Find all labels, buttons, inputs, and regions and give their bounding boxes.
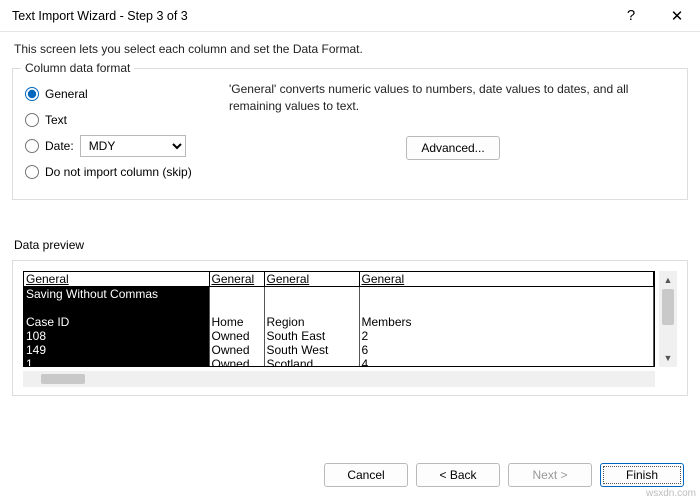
column-data-format-group: Column data format General Text Date: MD… [12, 68, 688, 200]
scroll-thumb[interactable] [662, 289, 674, 325]
radio-general-label: General [45, 87, 88, 101]
col-header[interactable]: General [264, 272, 359, 287]
finish-button[interactable]: Finish [600, 463, 684, 487]
close-icon[interactable]: ✕ [654, 0, 700, 32]
radio-date-label: Date: [45, 139, 74, 153]
data-preview-table-wrap[interactable]: General General General General Saving W… [23, 271, 655, 367]
table-row [24, 301, 654, 315]
radio-text[interactable]: Text [25, 109, 221, 131]
table-row: Case IDHomeRegionMembers [24, 315, 654, 329]
radio-text-label: Text [45, 113, 67, 127]
radio-date[interactable]: Date: MDY [25, 135, 221, 157]
scroll-thumb[interactable] [41, 374, 85, 384]
group-legend: Column data format [21, 61, 134, 75]
radio-general-input[interactable] [25, 87, 39, 101]
col-header[interactable]: General [24, 272, 209, 287]
radio-text-input[interactable] [25, 113, 39, 127]
scroll-down-icon[interactable]: ▼ [659, 349, 677, 367]
preview-vertical-scrollbar[interactable]: ▲ ▼ [659, 271, 677, 367]
data-preview-table: General General General General Saving W… [24, 272, 654, 367]
preview-horizontal-scrollbar[interactable] [23, 371, 655, 387]
radio-skip[interactable]: Do not import column (skip) [25, 161, 221, 183]
watermark: wsxdn.com [646, 488, 696, 499]
cancel-button[interactable]: Cancel [324, 463, 408, 487]
instruction-text: This screen lets you select each column … [0, 32, 700, 64]
scroll-up-icon[interactable]: ▲ [659, 271, 677, 289]
table-row: 149OwnedSouth West6 [24, 343, 654, 357]
window-title: Text Import Wizard - Step 3 of 3 [12, 9, 608, 23]
data-preview-box: General General General General Saving W… [12, 260, 688, 396]
help-icon[interactable]: ? [608, 0, 654, 32]
radio-date-input[interactable] [25, 139, 39, 153]
advanced-button[interactable]: Advanced... [406, 136, 499, 160]
dialog-buttons: Cancel < Back Next > Finish [324, 463, 684, 487]
format-description: 'General' converts numeric values to num… [229, 81, 677, 116]
radio-skip-label: Do not import column (skip) [45, 165, 192, 179]
radio-skip-input[interactable] [25, 165, 39, 179]
table-row: 108OwnedSouth East2 [24, 329, 654, 343]
col-header[interactable]: General [359, 272, 654, 287]
col-header[interactable]: General [209, 272, 264, 287]
table-row: 1OwnedScotland4 [24, 357, 654, 367]
back-button[interactable]: < Back [416, 463, 500, 487]
titlebar: Text Import Wizard - Step 3 of 3 ? ✕ [0, 0, 700, 32]
radio-general[interactable]: General [25, 83, 221, 105]
next-button: Next > [508, 463, 592, 487]
preview-legend: Data preview [14, 238, 686, 252]
table-row: Saving Without Commas [24, 287, 654, 302]
date-format-select[interactable]: MDY [80, 135, 186, 157]
